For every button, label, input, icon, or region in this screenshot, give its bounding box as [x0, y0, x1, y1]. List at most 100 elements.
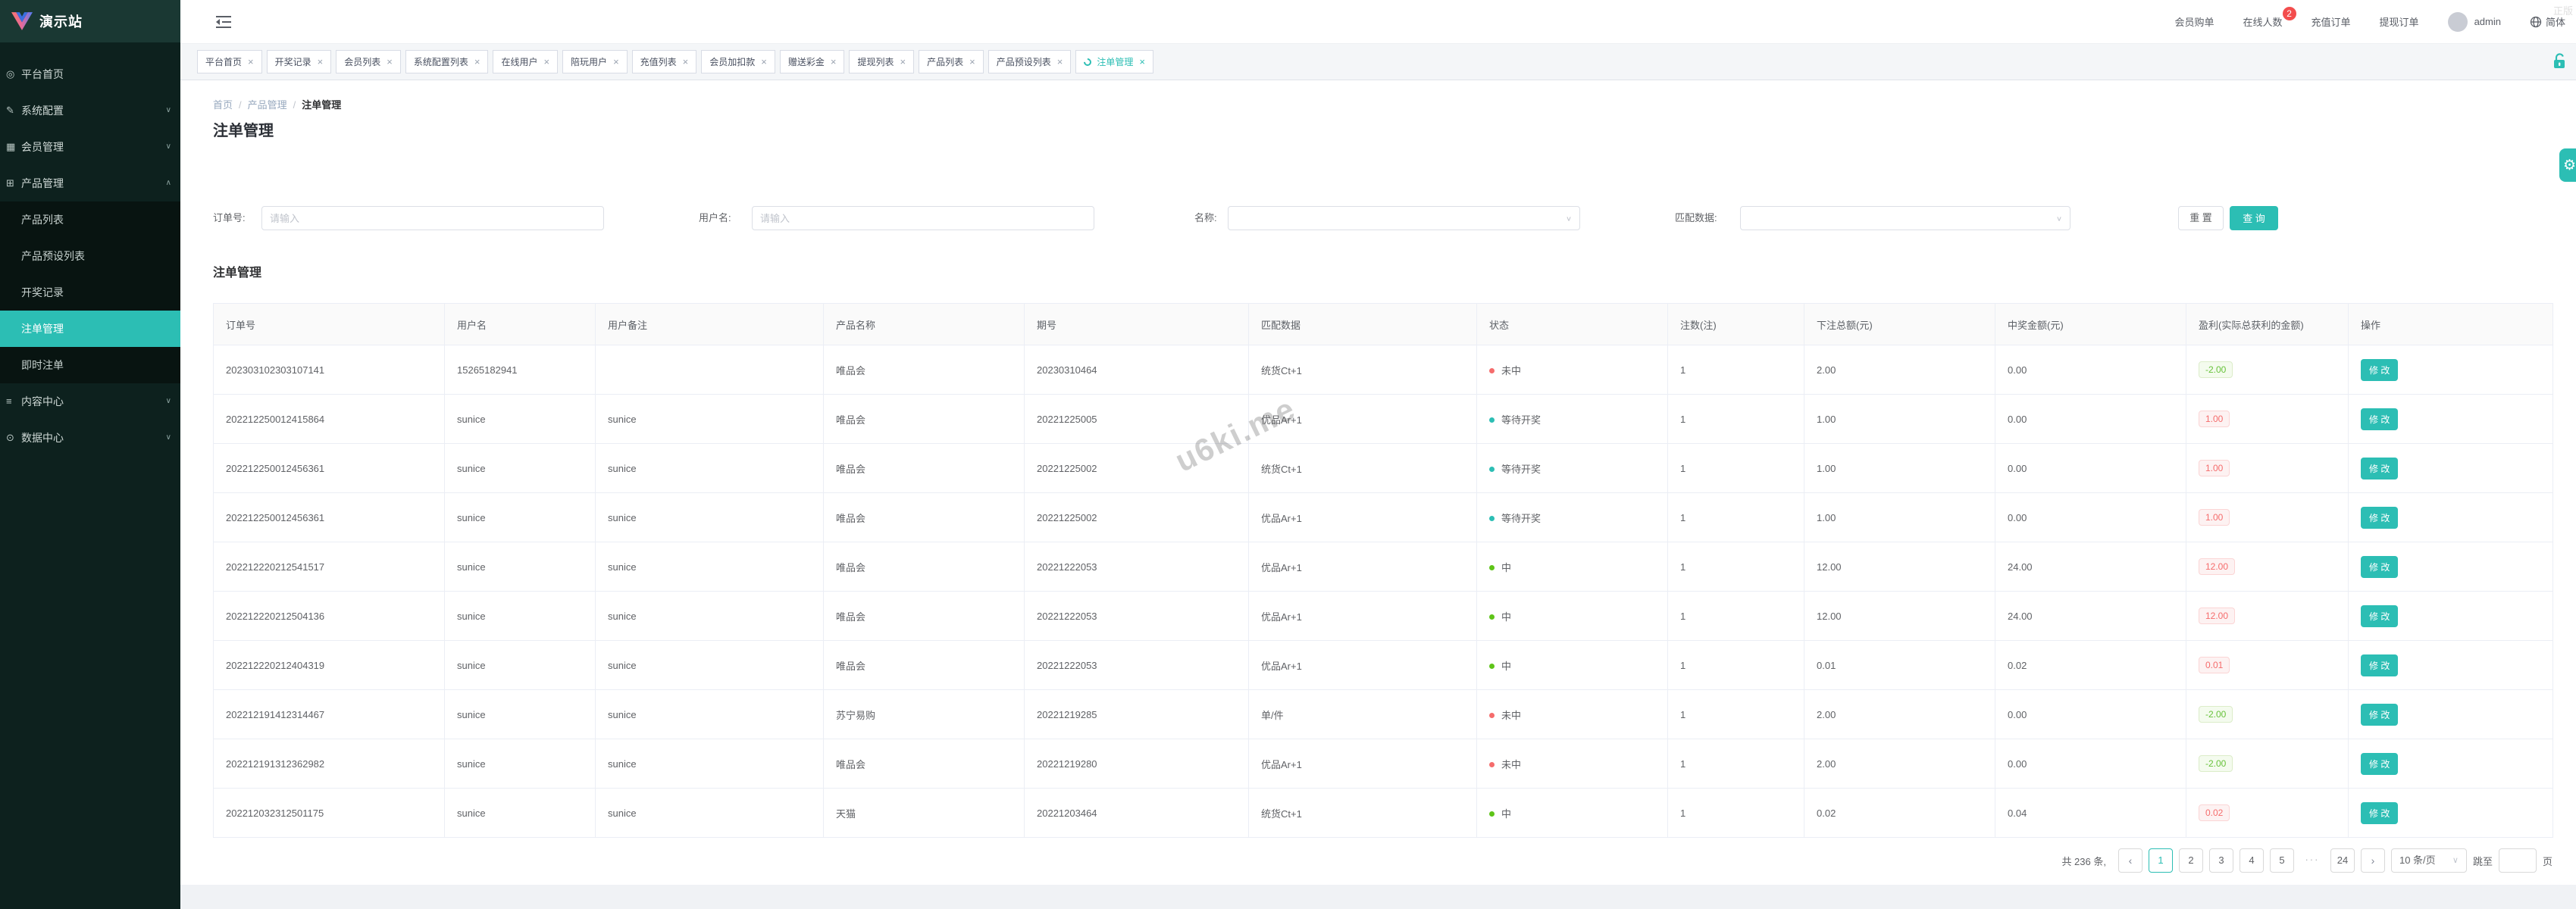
close-icon[interactable]: × — [387, 56, 393, 67]
topbar-link[interactable]: 充值订单 — [2312, 14, 2351, 29]
edit-button[interactable]: 修 改 — [2361, 654, 2398, 676]
close-icon[interactable]: × — [543, 56, 549, 67]
profit-badge: 1.00 — [2199, 411, 2230, 427]
unlock-icon[interactable] — [2553, 53, 2566, 73]
close-icon[interactable]: × — [318, 56, 324, 67]
sidebar-item[interactable]: ✎系统配置∨ — [0, 92, 180, 129]
close-icon[interactable]: × — [613, 56, 619, 67]
sidebar-subitem[interactable]: 即时注单 — [0, 347, 180, 383]
view-tab[interactable]: 会员列表× — [336, 50, 401, 73]
cell-match-data: 优品Ar+1 — [1249, 542, 1477, 592]
edit-button[interactable]: 修 改 — [2361, 556, 2398, 578]
products-icon: ⊞ — [6, 165, 18, 201]
sidebar-subitem[interactable]: 产品列表 — [0, 201, 180, 238]
name-select[interactable]: ∨ — [1228, 206, 1580, 230]
close-icon[interactable]: × — [1139, 56, 1145, 67]
close-icon[interactable]: × — [969, 56, 975, 67]
page-number-button[interactable]: 5 — [2270, 848, 2294, 873]
topbar-link[interactable]: 在线人数2 — [2243, 14, 2283, 29]
search-button[interactable]: 查 询 — [2230, 206, 2278, 230]
view-tab[interactable]: 产品预设列表× — [988, 50, 1072, 73]
sidebar-subitem[interactable]: 注单管理 — [0, 311, 180, 347]
cell-bet-total: 2.00 — [1804, 690, 1995, 739]
edit-button[interactable]: 修 改 — [2361, 704, 2398, 726]
cell-issue-no: 20221219285 — [1025, 690, 1249, 739]
page-number-button[interactable]: 3 — [2209, 848, 2233, 873]
view-tab[interactable]: 平台首页 × — [197, 50, 262, 73]
cell-remark: sunice — [596, 739, 824, 789]
view-tab[interactable]: 会员加扣款× — [701, 50, 775, 73]
edit-button[interactable]: 修 改 — [2361, 802, 2398, 824]
status-dot-icon — [1489, 368, 1495, 373]
sidebar-item[interactable]: ⊙数据中心∨ — [0, 420, 180, 456]
view-tab[interactable]: 赠送彩金× — [780, 50, 845, 73]
sidebar-item[interactable]: ▦会员管理∨ — [0, 129, 180, 165]
topbar-link[interactable]: 会员购单 — [2175, 14, 2214, 29]
close-icon[interactable]: × — [474, 56, 480, 67]
page-number-button[interactable]: 24 — [2330, 848, 2355, 873]
cell-bet-count: 1 — [1668, 739, 1804, 789]
cell-profit: 1.00 — [2186, 444, 2349, 493]
order-no-input[interactable] — [261, 206, 604, 230]
sidebar-item[interactable]: ◎平台首页 — [0, 56, 180, 92]
table-row: 20230310230310714115265182941唯品会20230310… — [214, 345, 2553, 395]
topbar-link[interactable]: 提现订单 — [2380, 14, 2419, 29]
close-icon[interactable]: × — [831, 56, 837, 67]
edit-button[interactable]: 修 改 — [2361, 359, 2398, 381]
cell-bet-count: 1 — [1668, 542, 1804, 592]
match-data-select[interactable]: ∨ — [1740, 206, 2071, 230]
username-input[interactable] — [752, 206, 1094, 230]
status-text: 中 — [1501, 562, 1511, 573]
edit-button[interactable]: 修 改 — [2361, 605, 2398, 627]
page-number-button[interactable]: 1 — [2149, 848, 2173, 873]
cell-profit: -2.00 — [2186, 345, 2349, 395]
view-tab[interactable]: 注单管理× — [1075, 50, 1153, 73]
close-icon[interactable]: × — [1057, 56, 1063, 67]
view-tab[interactable]: 开奖记录× — [267, 50, 332, 73]
status-text: 未中 — [1501, 759, 1521, 770]
page-title: 注单管理 — [213, 118, 274, 140]
match-data-label: 匹配数据: — [1675, 206, 1717, 230]
edit-button[interactable]: 修 改 — [2361, 458, 2398, 479]
sidebar-subitem[interactable]: 产品预设列表 — [0, 238, 180, 274]
sidebar-collapse-icon[interactable] — [216, 15, 231, 29]
next-page-button[interactable]: › — [2361, 848, 2385, 873]
settings-gear-button[interactable]: ⚙ — [2559, 148, 2576, 182]
logo[interactable]: 演示站 — [0, 0, 180, 42]
view-tab[interactable]: 提现列表× — [849, 50, 914, 73]
edit-button[interactable]: 修 改 — [2361, 408, 2398, 430]
status-text: 中 — [1501, 661, 1511, 672]
cell-status: 未中 — [1477, 345, 1668, 395]
sidebar-item[interactable]: ⊞产品管理∧ — [0, 165, 180, 201]
close-icon[interactable]: × — [900, 56, 906, 67]
breadcrumb-item[interactable]: 产品管理 — [248, 99, 287, 111]
cell-profit: 0.01 — [2186, 641, 2349, 690]
close-icon[interactable]: × — [761, 56, 767, 67]
view-tab[interactable]: 产品列表× — [919, 50, 984, 73]
page-size-select[interactable]: 10 条/页 ∨ — [2391, 848, 2467, 873]
cell-issue-no: 20221225005 — [1025, 395, 1249, 444]
view-tab[interactable]: 系统配置列表× — [405, 50, 489, 73]
cell-match-data: 优品Ar+1 — [1249, 493, 1477, 542]
reset-button[interactable]: 重 置 — [2178, 206, 2224, 230]
cell-remark: sunice — [596, 592, 824, 641]
close-icon[interactable]: × — [248, 56, 254, 67]
cell-bet-total: 1.00 — [1804, 444, 1995, 493]
more-pages-button[interactable]: ··· — [2300, 848, 2324, 873]
prev-page-button[interactable]: ‹ — [2118, 848, 2142, 873]
page-number-button[interactable]: 2 — [2179, 848, 2203, 873]
view-tab[interactable]: 陪玩用户× — [562, 50, 628, 73]
close-icon[interactable]: × — [683, 56, 689, 67]
cell-actions: 修 改 — [2349, 542, 2553, 592]
sidebar-subitem[interactable]: 开奖记录 — [0, 274, 180, 311]
sidebar-item[interactable]: ≡内容中心∨ — [0, 383, 180, 420]
view-tab[interactable]: 在线用户× — [493, 50, 558, 73]
user-menu[interactable]: admin — [2448, 12, 2501, 32]
jump-page-input[interactable] — [2499, 848, 2537, 873]
tab-label: 平台首页 — [205, 55, 242, 68]
breadcrumb-item[interactable]: 首页 — [213, 99, 233, 111]
view-tab[interactable]: 充值列表× — [632, 50, 697, 73]
edit-button[interactable]: 修 改 — [2361, 753, 2398, 775]
edit-button[interactable]: 修 改 — [2361, 507, 2398, 529]
page-number-button[interactable]: 4 — [2240, 848, 2264, 873]
